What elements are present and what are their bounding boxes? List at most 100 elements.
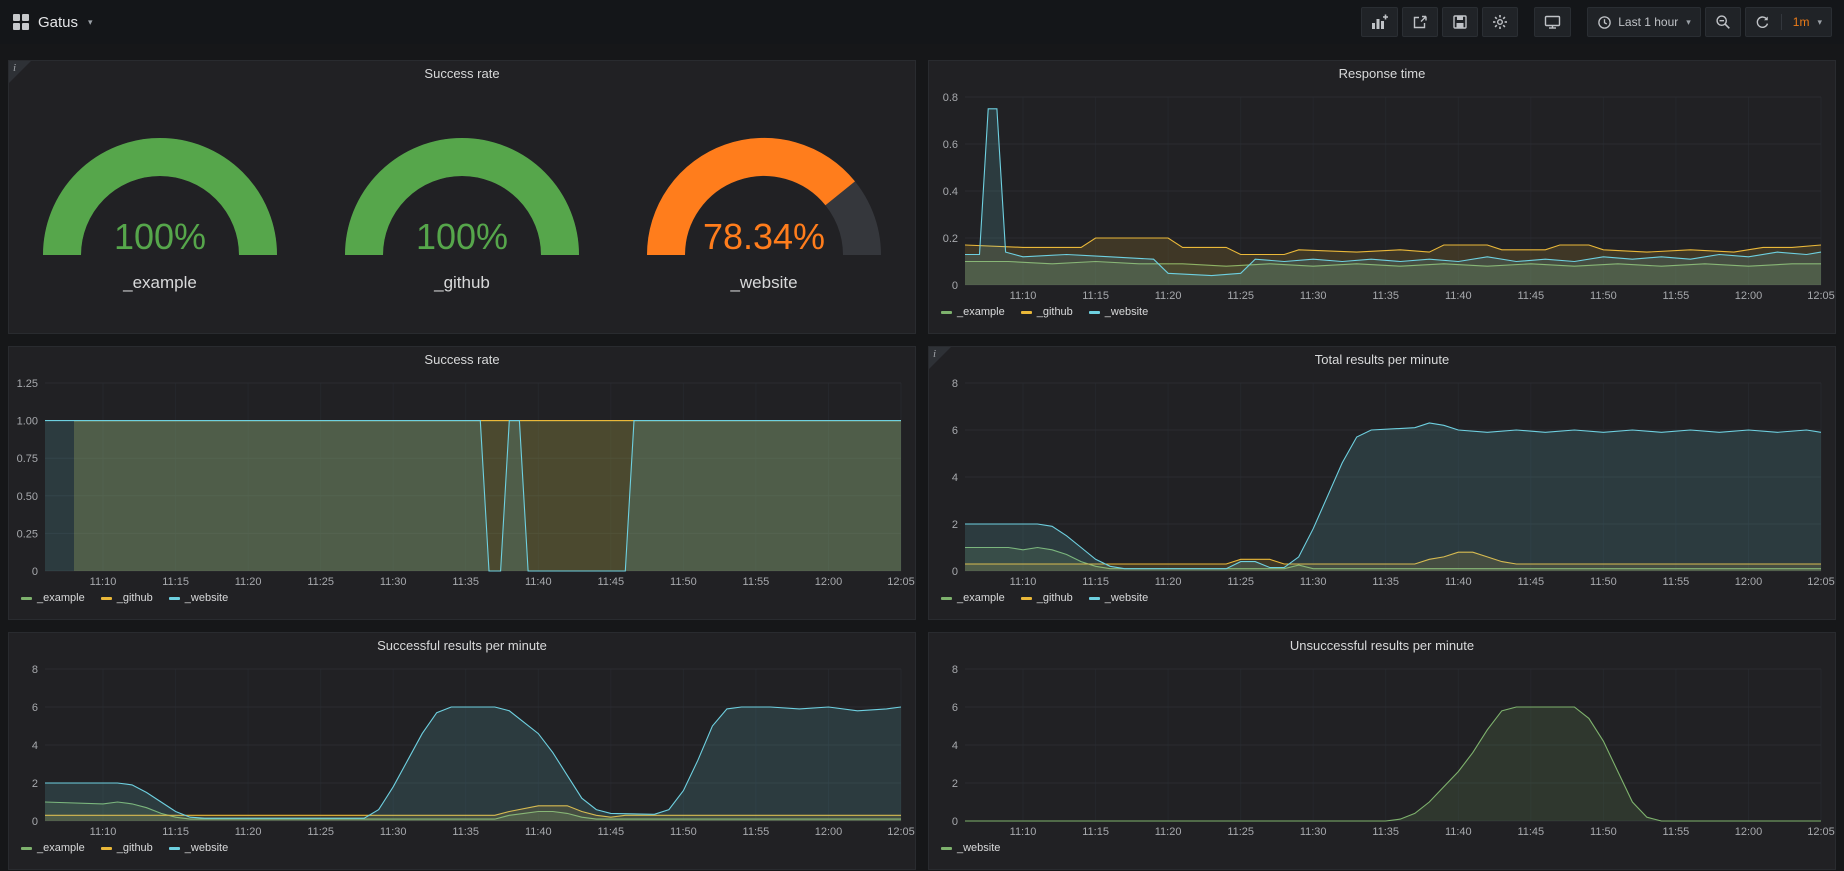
legend-series-name: _website bbox=[1105, 306, 1148, 318]
svg-text:4: 4 bbox=[32, 740, 38, 752]
panel-title[interactable]: Total results per minute bbox=[929, 347, 1835, 373]
svg-text:6: 6 bbox=[952, 702, 958, 714]
add-panel-button[interactable] bbox=[1361, 7, 1398, 37]
total-results-chart[interactable]: 11:1011:1511:2011:2511:3011:3511:4011:45… bbox=[929, 373, 1835, 589]
chart-canvas[interactable]: 11:1011:1511:2011:2511:3011:3511:4011:45… bbox=[929, 87, 1835, 303]
svg-text:11:20: 11:20 bbox=[1155, 290, 1182, 302]
panel-successful-results: Successful results per minute 11:1011:15… bbox=[8, 632, 916, 870]
svg-text:11:35: 11:35 bbox=[452, 826, 479, 838]
svg-text:11:15: 11:15 bbox=[1082, 826, 1109, 838]
chart-canvas[interactable]: 11:1011:1511:2011:2511:3011:3511:4011:45… bbox=[929, 373, 1835, 589]
svg-text:11:20: 11:20 bbox=[235, 826, 262, 838]
legend-item-_example[interactable]: _example bbox=[941, 592, 1005, 604]
svg-text:0.4: 0.4 bbox=[943, 186, 958, 198]
zoom-out-button[interactable] bbox=[1705, 7, 1741, 37]
legend-color-icon bbox=[21, 597, 32, 600]
panel-title[interactable]: Response time bbox=[929, 61, 1835, 87]
svg-text:11:25: 11:25 bbox=[307, 826, 334, 838]
success-rate-gauges[interactable]: 100% _example 100% _github 78.34% _websi… bbox=[9, 87, 915, 321]
caret-down-icon: ▾ bbox=[1686, 17, 1691, 28]
gauge-label: _github bbox=[434, 273, 490, 293]
svg-text:11:35: 11:35 bbox=[1372, 576, 1399, 588]
chart-canvas[interactable]: 11:1011:1511:2011:2511:3011:3511:4011:45… bbox=[9, 373, 915, 589]
svg-text:11:20: 11:20 bbox=[1155, 576, 1182, 588]
legend-item-_website[interactable]: _website bbox=[1089, 306, 1148, 318]
legend-color-icon bbox=[101, 597, 112, 600]
time-range-picker[interactable]: Last 1 hour ▾ bbox=[1587, 7, 1701, 37]
svg-text:4: 4 bbox=[952, 740, 958, 752]
legend-item-_github[interactable]: _github bbox=[1021, 306, 1073, 318]
gauge-value: 100% bbox=[114, 216, 206, 257]
chart-canvas[interactable]: 11:1011:1511:2011:2511:3011:3511:4011:45… bbox=[9, 659, 915, 839]
legend-series-name: _github bbox=[1037, 592, 1073, 604]
svg-text:11:40: 11:40 bbox=[525, 576, 552, 588]
success-rate-chart[interactable]: 11:1011:1511:2011:2511:3011:3511:4011:45… bbox=[9, 373, 915, 589]
svg-text:0: 0 bbox=[952, 280, 958, 292]
share-button[interactable] bbox=[1402, 7, 1438, 37]
cycle-view-button[interactable] bbox=[1534, 7, 1571, 37]
unsuccessful-results-chart[interactable]: 11:1011:1511:2011:2511:3011:3511:4011:45… bbox=[929, 659, 1835, 839]
divider bbox=[1781, 14, 1782, 30]
svg-text:11:50: 11:50 bbox=[1590, 290, 1617, 302]
response-time-chart[interactable]: 11:1011:1511:2011:2511:3011:3511:4011:45… bbox=[929, 87, 1835, 303]
panel-title[interactable]: Unsuccessful results per minute bbox=[929, 633, 1835, 659]
refresh-arrow-icon bbox=[1755, 15, 1770, 30]
legend-item-_website[interactable]: _website bbox=[169, 592, 228, 604]
svg-text:1.00: 1.00 bbox=[17, 416, 38, 428]
successful-results-chart[interactable]: 11:1011:1511:2011:2511:3011:3511:4011:45… bbox=[9, 659, 915, 839]
chart-canvas[interactable]: 11:1011:1511:2011:2511:3011:3511:4011:45… bbox=[929, 659, 1835, 839]
settings-button[interactable] bbox=[1482, 7, 1518, 37]
chart-legend: _example _github _website bbox=[9, 589, 915, 607]
dashboard-title: Gatus bbox=[38, 14, 78, 31]
legend-color-icon bbox=[101, 847, 112, 850]
svg-text:0.2: 0.2 bbox=[943, 233, 958, 245]
refresh-interval-label: 1m bbox=[1793, 15, 1810, 29]
legend-item-_website[interactable]: _website bbox=[169, 842, 228, 854]
panel-response-time: Response time 11:1011:1511:2011:2511:301… bbox=[928, 60, 1836, 334]
panel-info-icon[interactable]: i bbox=[929, 347, 951, 369]
svg-text:11:15: 11:15 bbox=[1082, 290, 1109, 302]
svg-text:11:35: 11:35 bbox=[1372, 290, 1399, 302]
svg-text:11:10: 11:10 bbox=[90, 576, 117, 588]
legend-series-name: _github bbox=[117, 842, 153, 854]
svg-text:2: 2 bbox=[32, 778, 38, 790]
panel-info-icon[interactable]: i bbox=[9, 61, 31, 83]
legend-series-name: _website bbox=[185, 842, 228, 854]
svg-text:6: 6 bbox=[32, 702, 38, 714]
svg-text:8: 8 bbox=[952, 378, 958, 390]
legend-item-_website[interactable]: _website bbox=[1089, 592, 1148, 604]
panel-title[interactable]: Success rate bbox=[9, 61, 915, 87]
svg-text:11:55: 11:55 bbox=[1663, 826, 1690, 838]
svg-text:11:40: 11:40 bbox=[525, 826, 552, 838]
floppy-disk-icon bbox=[1452, 14, 1468, 30]
legend-item-_github[interactable]: _github bbox=[101, 592, 153, 604]
clock-icon bbox=[1597, 15, 1612, 30]
svg-text:11:15: 11:15 bbox=[162, 826, 189, 838]
legend-item-_example[interactable]: _example bbox=[21, 842, 85, 854]
svg-text:12:00: 12:00 bbox=[1735, 290, 1763, 302]
svg-text:11:10: 11:10 bbox=[1010, 576, 1037, 588]
legend-item-_website[interactable]: _website bbox=[941, 842, 1000, 854]
svg-text:11:20: 11:20 bbox=[235, 576, 262, 588]
panel-title[interactable]: Success rate bbox=[9, 347, 915, 373]
legend-item-_example[interactable]: _example bbox=[941, 306, 1005, 318]
legend-series-name: _website bbox=[185, 592, 228, 604]
svg-text:12:05: 12:05 bbox=[1807, 290, 1835, 302]
svg-text:12:05: 12:05 bbox=[1807, 826, 1835, 838]
panel-title[interactable]: Successful results per minute bbox=[9, 633, 915, 659]
chart-legend: _example _github _website bbox=[929, 589, 1835, 607]
refresh-picker[interactable]: 1m ▾ bbox=[1745, 7, 1832, 37]
svg-text:11:45: 11:45 bbox=[597, 826, 624, 838]
navbar: Gatus ▾ bbox=[0, 0, 1844, 44]
legend-color-icon bbox=[1089, 597, 1100, 600]
legend-item-_github[interactable]: _github bbox=[101, 842, 153, 854]
svg-text:11:50: 11:50 bbox=[670, 826, 697, 838]
svg-text:11:55: 11:55 bbox=[1663, 290, 1690, 302]
svg-text:0.25: 0.25 bbox=[17, 528, 38, 540]
legend-item-_github[interactable]: _github bbox=[1021, 592, 1073, 604]
dashboard-menu[interactable]: Gatus ▾ bbox=[12, 13, 93, 31]
legend-item-_example[interactable]: _example bbox=[21, 592, 85, 604]
save-button[interactable] bbox=[1442, 7, 1478, 37]
svg-text:6: 6 bbox=[952, 425, 958, 437]
gauge-_website: 78.34% _website bbox=[618, 115, 910, 293]
